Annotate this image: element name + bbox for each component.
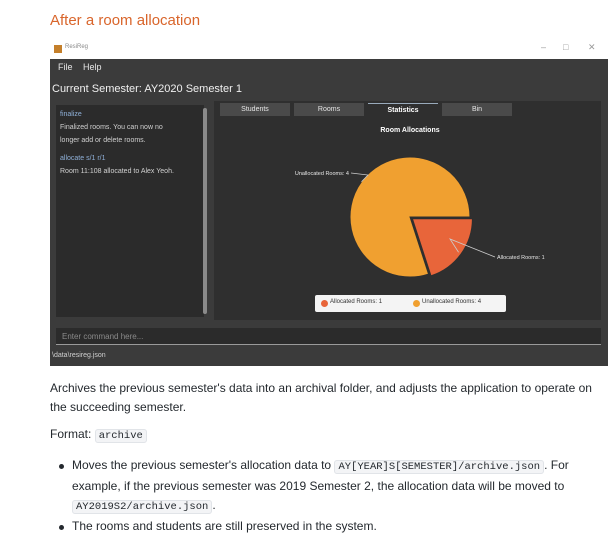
status-bar <box>50 349 608 366</box>
notes-list: Moves the previous semester's allocation… <box>50 456 598 536</box>
bullet-text: The rooms and students are still preserv… <box>72 519 377 533</box>
legend-label-allocated: Allocated Rooms: 1 <box>330 299 383 305</box>
list-item: Moves the previous semester's allocation… <box>50 456 598 517</box>
status-file-path: \data\resireg.json <box>52 352 106 359</box>
bullet-icon <box>59 525 64 530</box>
format-code: archive <box>94 429 147 443</box>
bullet-text: Moves the previous semester's allocation… <box>72 458 332 472</box>
pie-chart: Allocated Rooms: 1 Unallocated Rooms: 4 <box>295 156 545 278</box>
inline-code: AY[YEAR]S[SEMESTER]/archive.json <box>334 460 545 474</box>
legend-label-unallocated: Unallocated Rooms: 4 <box>422 299 482 305</box>
bullet-text: . <box>212 498 216 512</box>
format-line: Format: archive <box>50 427 147 443</box>
bullet-icon <box>59 464 64 469</box>
format-label: Format: <box>50 427 92 441</box>
section-heading: After a room allocation <box>50 12 201 29</box>
inline-code: AY2019S2/archive.json <box>72 500 213 514</box>
legend-swatch-unallocated <box>413 300 420 307</box>
chart-legend: Allocated Rooms: 1 Unallocated Rooms: 4 <box>315 295 506 312</box>
command-input[interactable]: Enter command here... <box>62 332 143 341</box>
command-description: Archives the previous semester's data in… <box>50 381 592 414</box>
command-underline <box>56 344 601 345</box>
pie-callout-label: Allocated Rooms: 1 <box>497 255 545 261</box>
app-screenshot: ResiReg – □ ✕ File Help Current Semester… <box>50 39 608 366</box>
pie-callout-label: Unallocated Rooms: 4 <box>295 171 349 177</box>
legend-swatch-allocated <box>321 300 328 307</box>
list-item: The rooms and students are still preserv… <box>50 517 598 536</box>
